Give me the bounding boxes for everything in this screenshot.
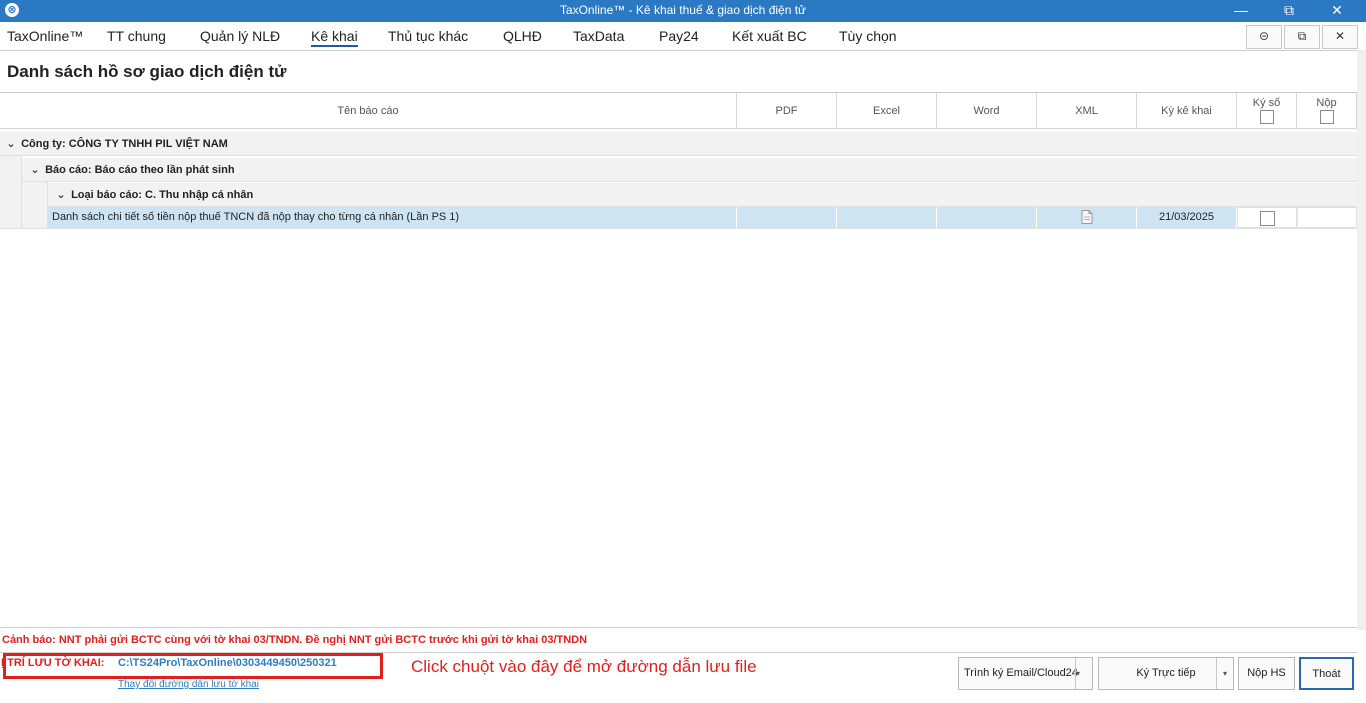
chevron-down-icon[interactable]: ⌄ [28, 158, 42, 182]
group-indent [0, 156, 22, 228]
group-row-type[interactable]: ⌄ Loại báo cáo: C. Thu nhập cá nhân [48, 183, 1357, 207]
menu-quan-ly-nld[interactable]: Quản lý NLĐ [200, 28, 280, 44]
group-report-label: Báo cáo: Báo cáo theo lần phát sinh [45, 164, 235, 176]
menu-bar: TaxOnline™ TT chung Quản lý NLĐ Kê khai … [0, 22, 1366, 51]
row-sign-checkbox[interactable] [1259, 210, 1275, 226]
group-company-label: Công ty: CÔNG TY TNHH PIL VIỆT NAM [21, 138, 228, 150]
submit-button[interactable]: Nộp HS [1238, 657, 1295, 690]
row-submit-cell [1297, 207, 1357, 228]
chevron-down-icon[interactable]: ▾ [1075, 658, 1092, 689]
col-header-sign-label: Ký số [1252, 97, 1281, 109]
menu-tuy-chon[interactable]: Tùy chọn [839, 28, 897, 44]
chevron-down-icon[interactable]: ⌄ [4, 132, 18, 156]
save-path-label: Ị TRÍ LƯU TỜ KHAI: [1, 657, 105, 669]
footer-separator [0, 627, 1357, 628]
sign-direct-button[interactable]: Ký Trực tiếp ▾ [1098, 657, 1234, 690]
row-sign-cell [1237, 207, 1297, 228]
xml-file-icon[interactable] [1081, 210, 1093, 225]
col-header-name[interactable]: Tên báo cáo [0, 93, 737, 129]
window-title: TaxOnline™ - Kê khai thuế & giao dịch đi… [559, 3, 807, 17]
row-name-cell[interactable]: Danh sách chi tiết số tiền nộp thuế TNCN… [48, 207, 737, 228]
submit-all-checkbox[interactable] [1319, 110, 1334, 125]
sign-email-button[interactable]: Trình ký Email/Cloud24 ▾ [958, 657, 1093, 690]
vertical-scrollbar[interactable] [1357, 50, 1366, 630]
col-header-period[interactable]: Kỳ kê khai [1137, 93, 1237, 129]
col-header-xml[interactable]: XML [1037, 93, 1137, 129]
collapse-icon[interactable]: ⊝ [1246, 25, 1282, 49]
group-row-company[interactable]: ⌄ Công ty: CÔNG TY TNHH PIL VIỆT NAM [0, 132, 1357, 156]
sign-email-label: Trình ký Email/Cloud24 [964, 667, 1078, 679]
menu-ke-khai[interactable]: Kê khai [311, 28, 358, 47]
row-xml-cell[interactable] [1037, 207, 1137, 228]
menu-qlhd[interactable]: QLHĐ [503, 28, 542, 44]
menu-pay24[interactable]: Pay24 [659, 28, 699, 44]
save-path-link[interactable]: C:\TS24Pro\TaxOnline\0303449450\250321 [118, 657, 337, 669]
change-path-link[interactable]: Thay đổi đường dẫn lưu tờ khai [118, 679, 259, 690]
row-word-cell[interactable] [937, 207, 1037, 228]
title-bar: ⊗ TaxOnline™ - Kê khai thuế & giao dịch … [0, 0, 1366, 22]
menu-tt-chung[interactable]: TT chung [107, 28, 166, 44]
col-header-submit-label: Nộp [1316, 97, 1337, 109]
menu-ket-xuat-bc[interactable]: Kết xuất BC [732, 28, 807, 44]
group-type-label: Loại báo cáo: C. Thu nhập cá nhân [71, 189, 254, 201]
restore-button[interactable]: ⧉ [1267, 0, 1311, 22]
col-header-excel[interactable]: Excel [837, 93, 937, 129]
row-period-cell: 21/03/2025 [1137, 207, 1237, 228]
menu-taxonline[interactable]: TaxOnline™ [7, 28, 83, 44]
group-indent [22, 182, 48, 228]
chevron-down-icon[interactable]: ⌄ [54, 183, 68, 207]
chevron-down-icon[interactable]: ▾ [1216, 658, 1233, 689]
page-title: Danh sách hồ sơ giao dịch điện tử [7, 62, 287, 81]
col-header-pdf[interactable]: PDF [737, 93, 837, 129]
col-header-submit: Nộp [1297, 93, 1357, 129]
menu-thu-tuc-khac[interactable]: Thủ tục khác [388, 28, 468, 44]
exit-button[interactable]: Thoát [1299, 657, 1354, 690]
warning-text: Cảnh báo: NNT phải gửi BCTC cùng với tờ … [2, 634, 588, 646]
group-row-report[interactable]: ⌄ Báo cáo: Báo cáo theo lần phát sinh [22, 158, 1357, 182]
row-excel-cell[interactable] [837, 207, 937, 228]
close-child-icon[interactable]: ✕ [1322, 25, 1358, 49]
menu-taxdata[interactable]: TaxData [573, 28, 624, 44]
close-window-button[interactable]: ✕ [1315, 0, 1359, 22]
col-header-sign: Ký số [1237, 93, 1297, 129]
col-header-word[interactable]: Word [937, 93, 1037, 129]
row-pdf-cell[interactable] [737, 207, 837, 228]
sign-direct-label: Ký Trực tiếp [1136, 667, 1196, 679]
minimize-button[interactable]: — [1219, 0, 1263, 22]
sign-all-checkbox[interactable] [1259, 110, 1274, 125]
annotation-text: Click chuột vào đây để mở đường dẫn lưu … [411, 657, 757, 676]
grid-bottom-border [0, 228, 1357, 229]
restore-child-icon[interactable]: ⧉ [1284, 25, 1320, 49]
